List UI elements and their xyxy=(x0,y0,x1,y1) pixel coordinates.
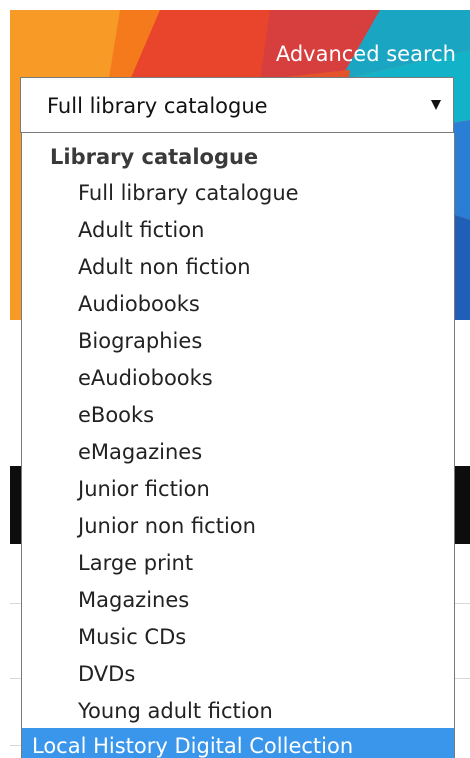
background-divider xyxy=(455,603,470,604)
option-ebooks[interactable]: eBooks xyxy=(22,397,454,434)
chevron-down-icon xyxy=(431,100,441,110)
advanced-search-link[interactable]: Advanced search xyxy=(276,40,456,68)
catalogue-dropdown-list[interactable]: Library catalogue Full library catalogue… xyxy=(21,133,455,758)
catalogue-select-value: Full library catalogue xyxy=(47,94,268,118)
option-junior-non-fiction[interactable]: Junior non fiction xyxy=(22,508,454,545)
option-young-adult-fiction[interactable]: Young adult fiction xyxy=(22,693,454,730)
option-large-print[interactable]: Large print xyxy=(22,545,454,582)
option-junior-fiction[interactable]: Junior fiction xyxy=(22,471,454,508)
option-biographies[interactable]: Biographies xyxy=(22,323,454,360)
option-magazines[interactable]: Magazines xyxy=(22,582,454,619)
option-adult-non-fiction[interactable]: Adult non fiction xyxy=(22,249,454,286)
background-bar-right xyxy=(455,466,470,544)
option-full-library-catalogue[interactable]: Full library catalogue xyxy=(22,175,454,212)
optgroup-label: Library catalogue xyxy=(50,145,259,169)
background-divider xyxy=(455,678,470,679)
option-music-cds[interactable]: Music CDs xyxy=(22,619,454,656)
option-dvds[interactable]: DVDs xyxy=(22,656,454,693)
option-audiobooks[interactable]: Audiobooks xyxy=(22,286,454,323)
option-eaudiobooks[interactable]: eAudiobooks xyxy=(22,360,454,397)
option-emagazines[interactable]: eMagazines xyxy=(22,434,454,471)
option-adult-fiction[interactable]: Adult fiction xyxy=(22,212,454,249)
option-local-history-digital-collection[interactable]: Local History Digital Collection xyxy=(22,728,454,758)
page: Advanced search Full library catalogue L… xyxy=(0,0,470,758)
catalogue-select[interactable]: Full library catalogue xyxy=(20,77,454,133)
